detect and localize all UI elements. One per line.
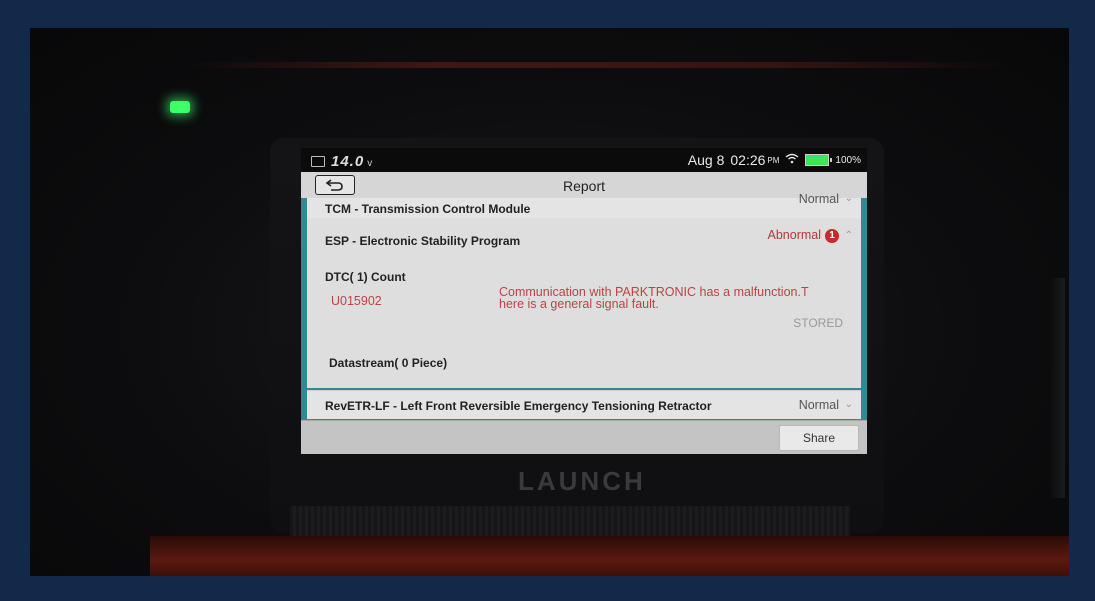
red-trim-top bbox=[190, 62, 1009, 68]
title-bar: Report bbox=[301, 172, 867, 199]
status-date: Aug 8 bbox=[687, 152, 725, 168]
vehicle-battery-icon bbox=[311, 156, 325, 167]
module-label[interactable]: ESP - Electronic Stability Program bbox=[325, 234, 520, 248]
dtc-description-line: here is a general signal fault. bbox=[499, 297, 659, 311]
status-am-pm: PM bbox=[767, 155, 780, 165]
status-time: 02:26 bbox=[730, 152, 766, 168]
dtc-count-badge: 1 bbox=[825, 228, 839, 243]
battery-icon bbox=[805, 154, 833, 166]
dtc-code: U015902 bbox=[331, 294, 382, 308]
report-list: TCM - Transmission Control Module Normal… bbox=[301, 192, 867, 420]
voltage-readout: 14.0 bbox=[331, 153, 365, 170]
page-title: Report bbox=[562, 178, 606, 194]
module-label: RevETR-LF - Left Front Reversible Emerge… bbox=[325, 399, 712, 413]
module-status: Normal bbox=[798, 398, 839, 412]
voltage-unit: v bbox=[367, 158, 373, 169]
device-screen: 14.0 v Aug 8 02:26 PM 100% Report TCM - … bbox=[301, 148, 867, 454]
status-bar: 14.0 v Aug 8 02:26 PM 100% bbox=[301, 148, 867, 172]
red-trim-bottom bbox=[150, 536, 1069, 576]
device-side-edge bbox=[1051, 278, 1065, 498]
status-right: Aug 8 02:26 PM 100% bbox=[688, 152, 861, 168]
chevron-down-icon: ⌄ bbox=[844, 193, 853, 204]
status-text: Abnormal bbox=[767, 228, 822, 242]
chevron-up-icon[interactable]: ⌃ bbox=[845, 230, 853, 241]
module-status: Abnormal 1 bbox=[767, 228, 839, 243]
battery-percent: 100% bbox=[835, 154, 861, 166]
device-brand-label: LAUNCH bbox=[518, 466, 646, 496]
dtc-description: Communication with PARKTRONIC has a malf… bbox=[499, 286, 845, 311]
datastream-header: Datastream( 0 Piece) bbox=[329, 356, 448, 370]
module-row-tcm[interactable]: TCM - Transmission Control Module Normal… bbox=[307, 192, 861, 219]
module-label: TCM - Transmission Control Module bbox=[325, 202, 531, 216]
wifi-icon bbox=[785, 153, 799, 167]
speaker-grille bbox=[290, 506, 850, 536]
dtc-count-header: DTC( 1) Count bbox=[325, 270, 406, 284]
dtc-entry: U015902 Communication with PARKTRONIC ha… bbox=[321, 284, 843, 340]
share-button[interactable]: Share bbox=[779, 425, 859, 451]
chevron-down-icon: ⌄ bbox=[844, 399, 853, 410]
status-left: 14.0 v bbox=[311, 153, 372, 170]
power-led bbox=[170, 101, 190, 113]
footer-bar: Share bbox=[301, 420, 867, 454]
module-row-esp: ESP - Electronic Stability Program Abnor… bbox=[307, 218, 861, 388]
dtc-status-flag: STORED bbox=[793, 316, 843, 330]
module-row-revetr[interactable]: RevETR-LF - Left Front Reversible Emerge… bbox=[307, 390, 861, 419]
module-status: Normal bbox=[798, 192, 839, 206]
